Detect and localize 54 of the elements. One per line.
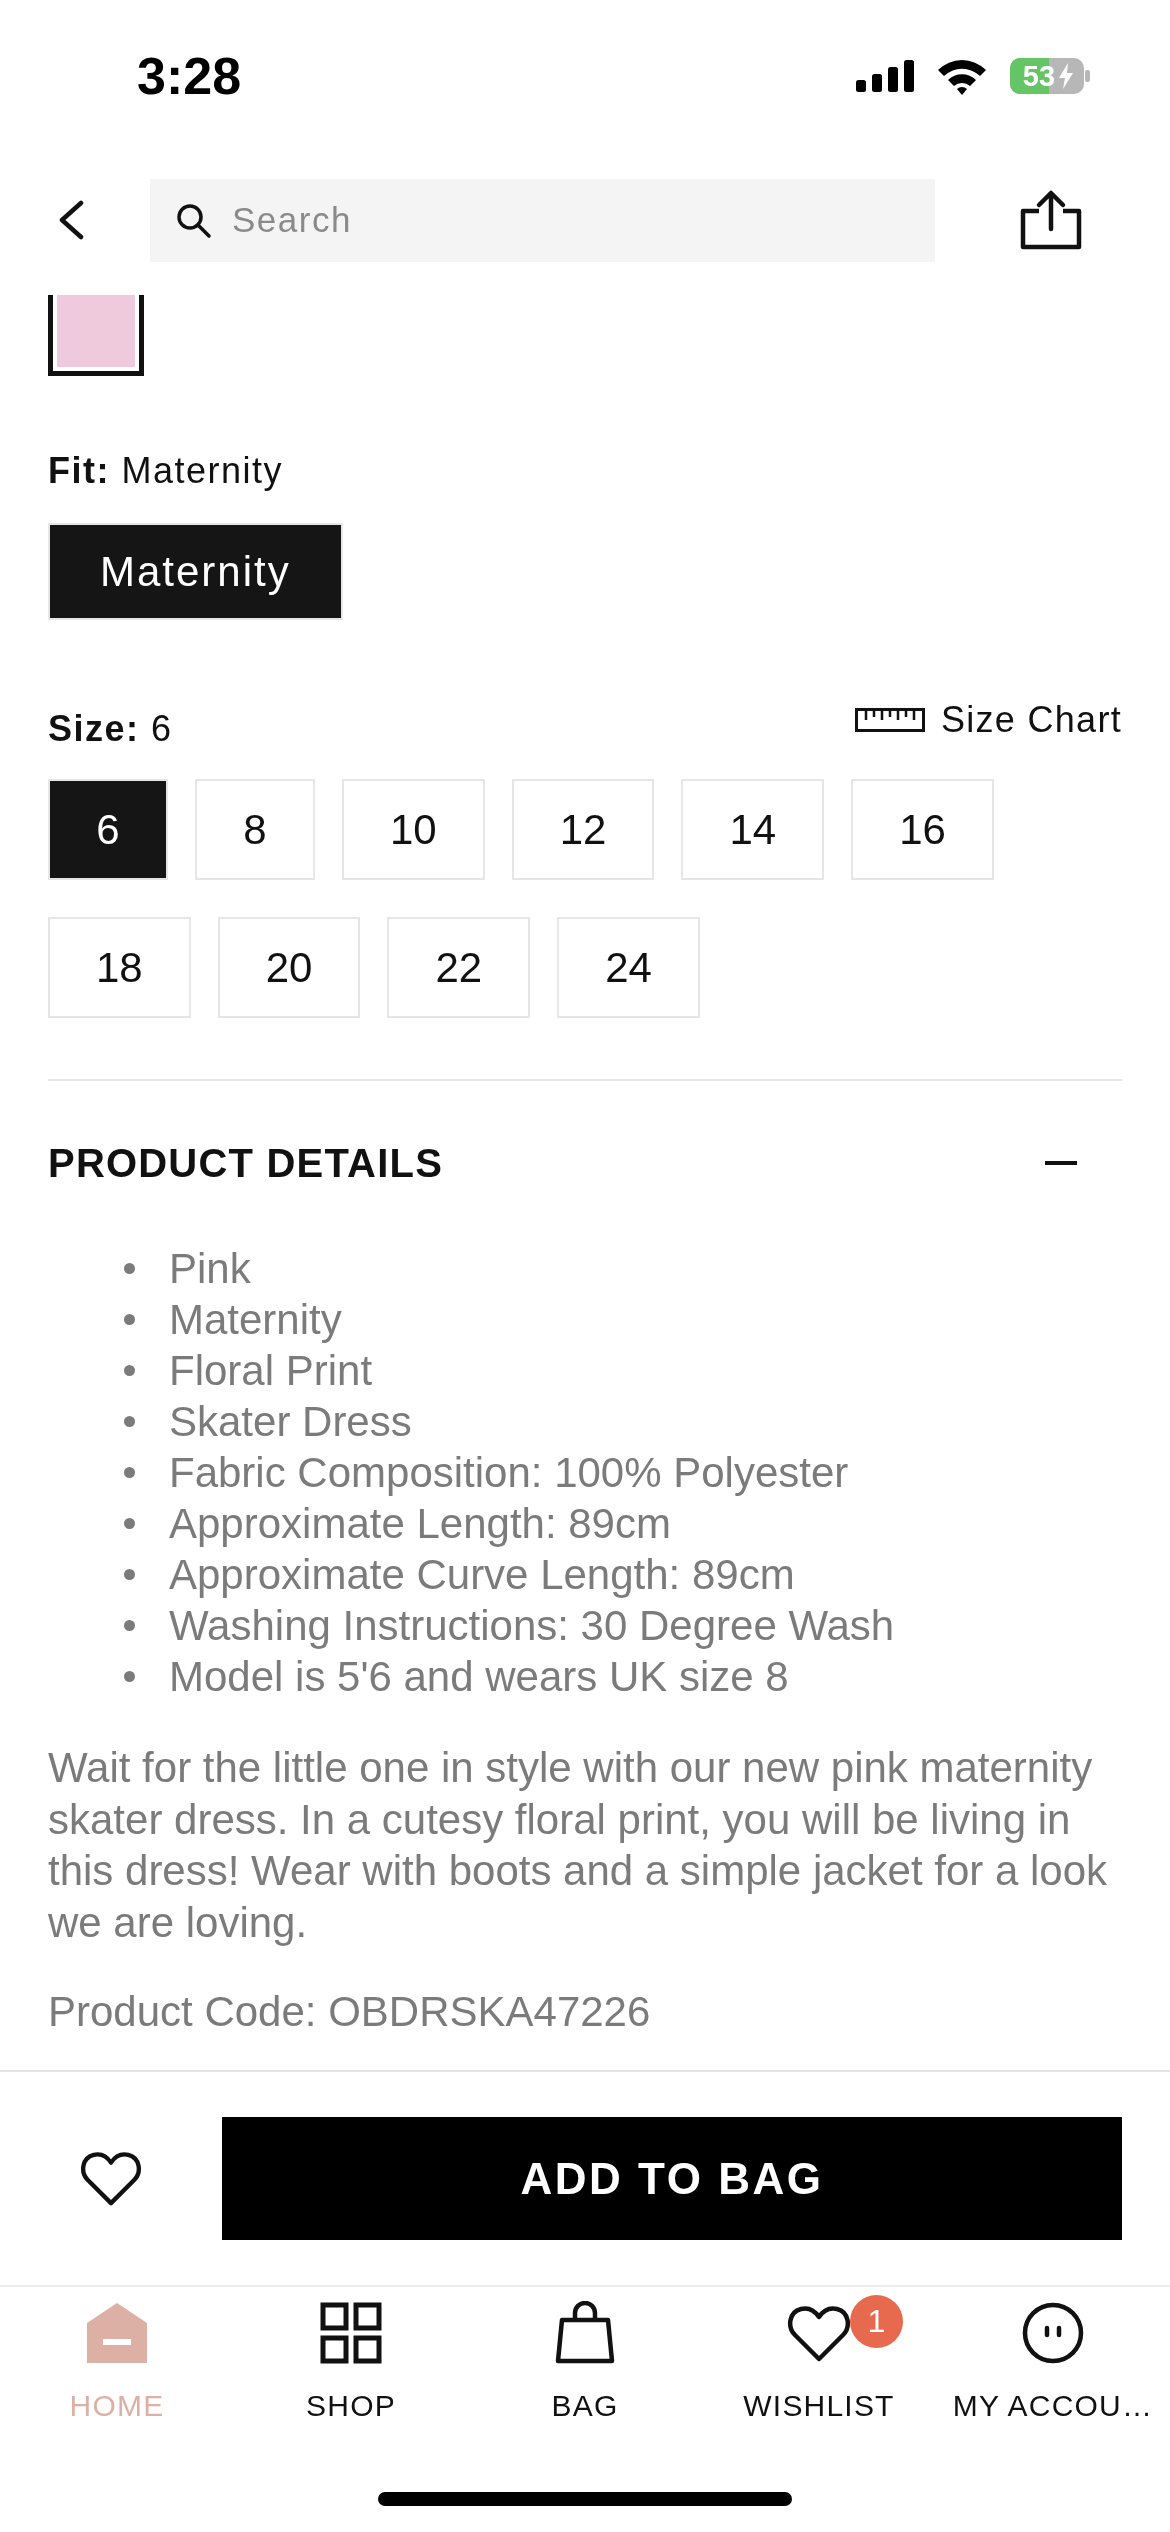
tab-bar-item[interactable]: SHOP — [234, 2287, 468, 2424]
tab-bar-item[interactable]: WISHLIST 1 — [702, 2287, 936, 2424]
bullet-icon — [124, 1518, 135, 1529]
accordion-header[interactable]: PRODUCT DETAILS — [48, 1121, 1122, 1205]
list-item-text: Approximate Curve Length: 89cm — [169, 1550, 795, 1600]
heart-icon[interactable] — [80, 2150, 142, 2207]
search-field[interactable]: Search — [150, 178, 935, 262]
size-option[interactable]: 10 — [342, 779, 485, 880]
list-item-text: Floral Print — [169, 1346, 373, 1396]
size-option[interactable]: 22 — [387, 917, 531, 1018]
size-label: Size: 6 — [48, 707, 173, 751]
colour-swatch[interactable] — [48, 295, 144, 376]
fit-option[interactable]: Maternity — [48, 523, 343, 620]
search-icon — [176, 202, 212, 239]
list-item-text: Fabric Composition: 100% Polyester — [169, 1448, 849, 1498]
description-text: Wait for the little one in style with our new pink maternity skater dress. In a cutesy floral print, you will be living in this dress! Wear with boots and a simple jacket for a look we are loving. — [48, 1743, 1109, 1948]
signal-icon — [856, 60, 914, 92]
size-option[interactable]: 14 — [681, 779, 825, 880]
count-badge: 1 — [850, 2295, 903, 2348]
list-item-text: Model is 5'6 and wears UK size 8 — [169, 1652, 789, 1702]
face-circle-icon — [1021, 2301, 1085, 2364]
shopping-bag-icon — [553, 2301, 617, 2364]
bullet-icon — [124, 1671, 135, 1682]
bullet-icon — [124, 1467, 135, 1478]
product-code-text: Product Code: OBDRSKA47226 — [48, 1987, 651, 2037]
add-to-bag-button[interactable]: ADD TO BAG — [222, 2117, 1122, 2240]
bullet-icon — [124, 1365, 135, 1376]
size-option[interactable]: 18 — [48, 917, 191, 1018]
tab-bar-item[interactable]: MY ACCOU… — [936, 2287, 1170, 2424]
size-option[interactable]: 8 — [195, 779, 315, 880]
bullet-icon — [124, 1314, 135, 1325]
list-item-text: Skater Dress — [169, 1397, 412, 1447]
grid-icon — [319, 2301, 383, 2364]
status-time: 3:28 — [137, 50, 242, 102]
size-option[interactable]: 6 — [48, 779, 168, 880]
list-item-text: Approximate Length: 89cm — [169, 1499, 671, 1549]
bullet-icon — [124, 1263, 135, 1274]
size-option[interactable]: 16 — [851, 779, 994, 880]
bullet-icon — [124, 1620, 135, 1631]
wifi-icon — [936, 57, 988, 95]
list-item-text: Pink — [169, 1244, 251, 1294]
ruler-icon — [854, 708, 925, 732]
bullet-icon — [124, 1569, 135, 1580]
fit-label: Fit: Maternity — [48, 449, 283, 493]
list-item-text: Washing Instructions: 30 Degree Wash — [169, 1601, 895, 1651]
tab-bar-item[interactable]: BAG — [468, 2287, 702, 2424]
size-option[interactable]: 20 — [217, 917, 361, 1018]
size-option[interactable]: 24 — [557, 917, 700, 1018]
share-icon[interactable] — [1019, 189, 1083, 251]
home-icon — [85, 2301, 149, 2364]
size-chart-link[interactable]: Size Chart — [854, 698, 1122, 742]
bullet-icon — [124, 1416, 135, 1427]
size-option[interactable]: 12 — [511, 779, 655, 880]
list-item-text: Maternity — [169, 1295, 342, 1345]
